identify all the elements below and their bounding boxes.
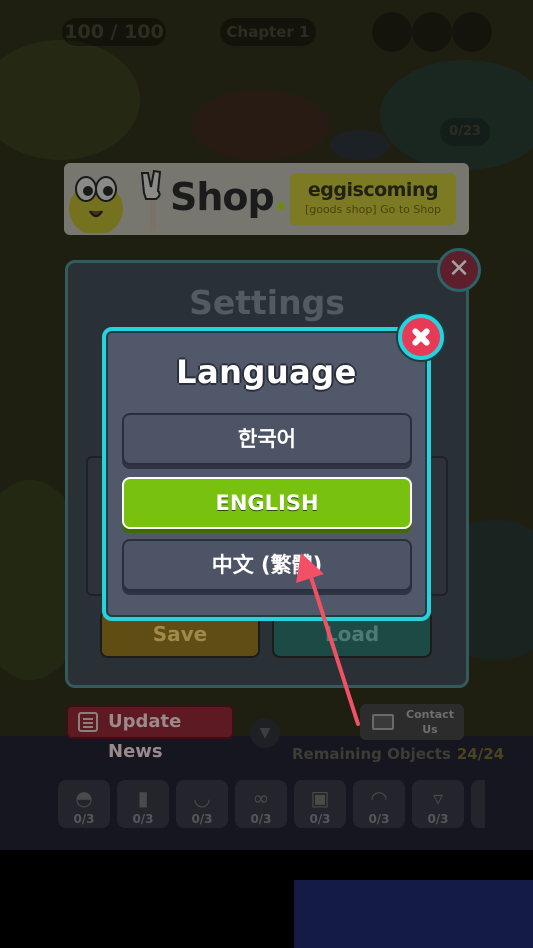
news-icon <box>78 712 98 732</box>
language-close-button[interactable] <box>398 314 444 360</box>
object-slot[interactable]: ▣ 0/3 <box>294 780 346 828</box>
language-option-korean[interactable]: 한국어 <box>122 413 412 465</box>
language-option-chinese-traditional[interactable]: 中文 (繁體) <box>122 539 412 591</box>
bottle-icon: ▮ <box>137 786 149 810</box>
watermelon-icon: ◓ <box>75 786 93 810</box>
egg-mascot-icon <box>69 176 123 233</box>
goods-shop-label: [goods shop] Go to Shop <box>304 203 442 216</box>
object-slot[interactable]: ◓ 0/3 <box>58 780 110 828</box>
eggiscoming-logo: eggiscoming <box>307 179 439 201</box>
object-slot[interactable]: ◠ 0/3 <box>353 780 405 828</box>
settings-close-button[interactable]: ✕ <box>437 248 481 292</box>
contact-us-button[interactable]: Contact Us <box>360 704 464 740</box>
shop-title: Shop. <box>170 175 288 219</box>
update-news-button[interactable]: Update News <box>66 705 234 762</box>
contact-us-label: Contact Us <box>406 708 454 736</box>
mail-icon <box>372 714 394 730</box>
icecream-icon: ▿ <box>432 786 444 810</box>
shop-banner[interactable]: Shop. eggiscoming [goods shop] Go to Sho… <box>64 163 469 235</box>
object-slot[interactable]: ▿ 0/3 <box>412 780 464 828</box>
ad-area <box>294 880 533 948</box>
object-slot[interactable]: ∞ 0/3 <box>235 780 287 828</box>
language-dialog: Language 한국어 ENGLISH 中文 (繁體) <box>102 327 431 621</box>
close-icon: ✕ <box>448 254 470 284</box>
language-title: Language <box>176 353 357 391</box>
object-slot-partial[interactable] <box>471 780 485 828</box>
bowl-icon: ◡ <box>193 786 211 810</box>
remaining-objects: Remaining Objects 24/24 <box>292 745 505 763</box>
settings-section-right <box>428 456 448 596</box>
object-slot[interactable]: ▮ 0/3 <box>117 780 169 828</box>
goggles-icon: ∞ <box>252 786 270 810</box>
game-screen: 100 / 100 Chapter 1 0/23 Shop. eggiscomi… <box>0 0 533 948</box>
cake-icon: ▣ <box>310 786 330 810</box>
language-option-english[interactable]: ENGLISH <box>122 477 412 529</box>
object-slot[interactable]: ◡ 0/3 <box>176 780 228 828</box>
settings-title: Settings <box>189 283 345 322</box>
goods-shop-button[interactable]: eggiscoming [goods shop] Go to Shop <box>290 173 456 225</box>
victory-hand-icon <box>140 169 162 231</box>
croissant-icon: ◠ <box>370 786 388 810</box>
chevron-down-icon[interactable]: ▼ <box>250 718 280 748</box>
